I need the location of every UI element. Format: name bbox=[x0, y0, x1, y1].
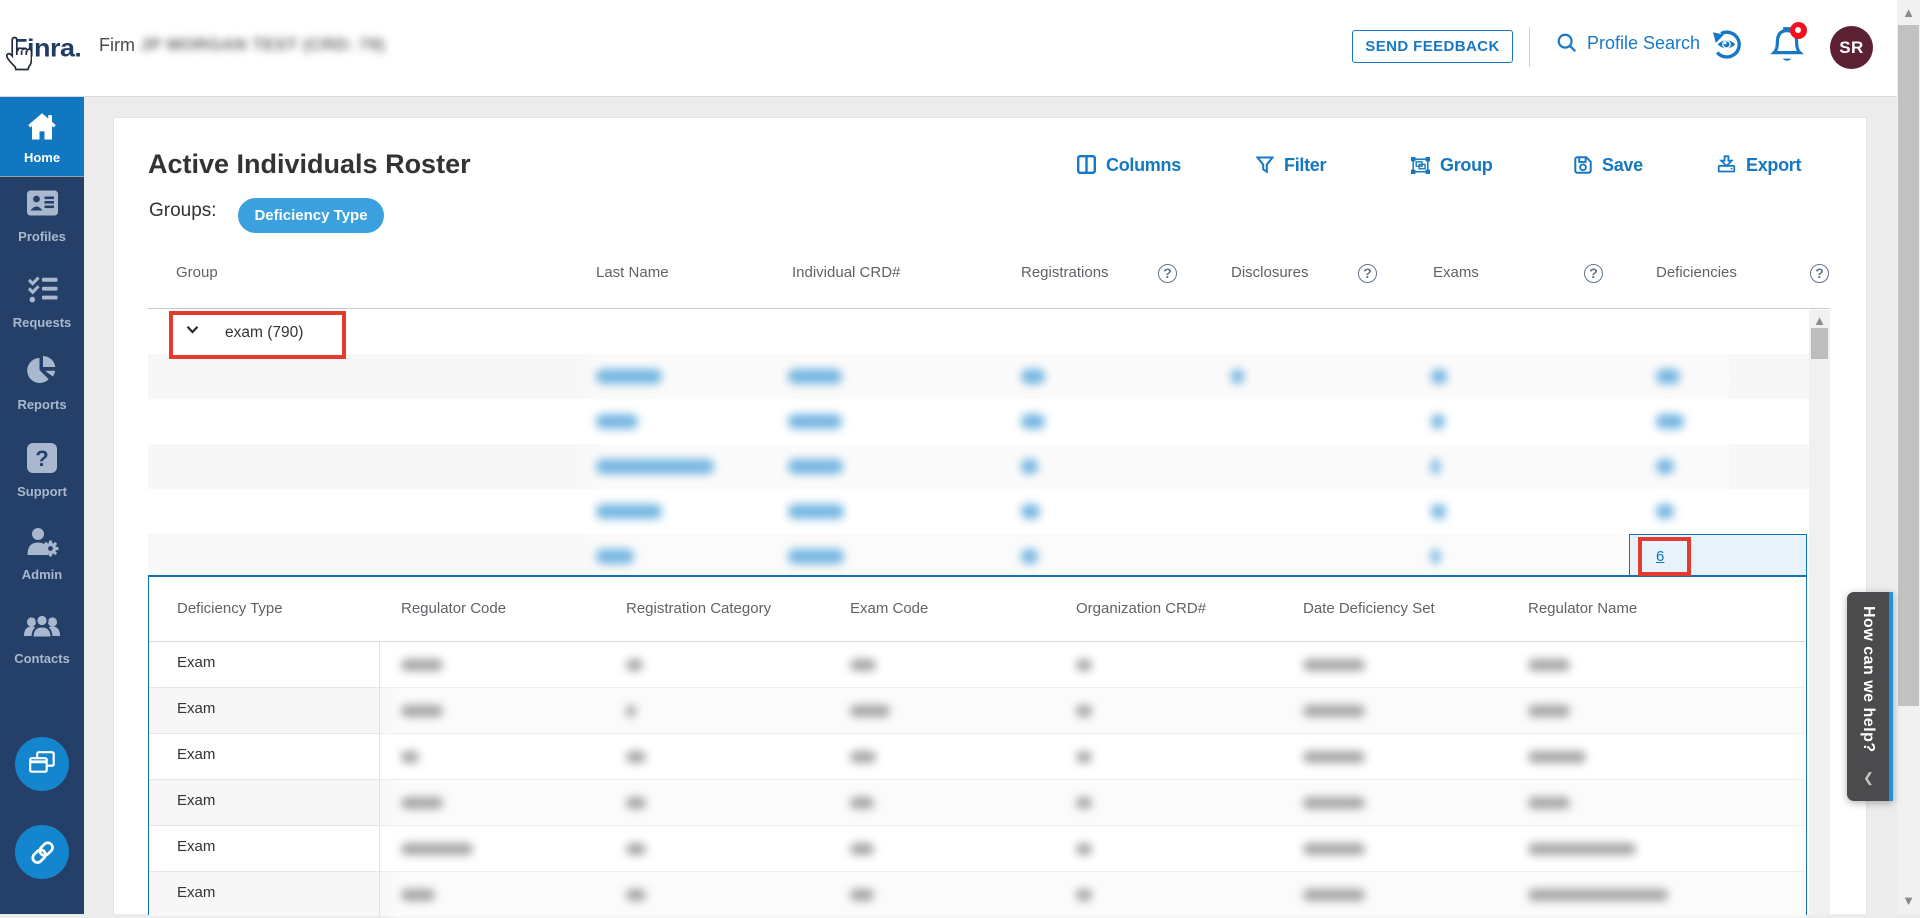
svg-text:?: ? bbox=[35, 446, 48, 471]
